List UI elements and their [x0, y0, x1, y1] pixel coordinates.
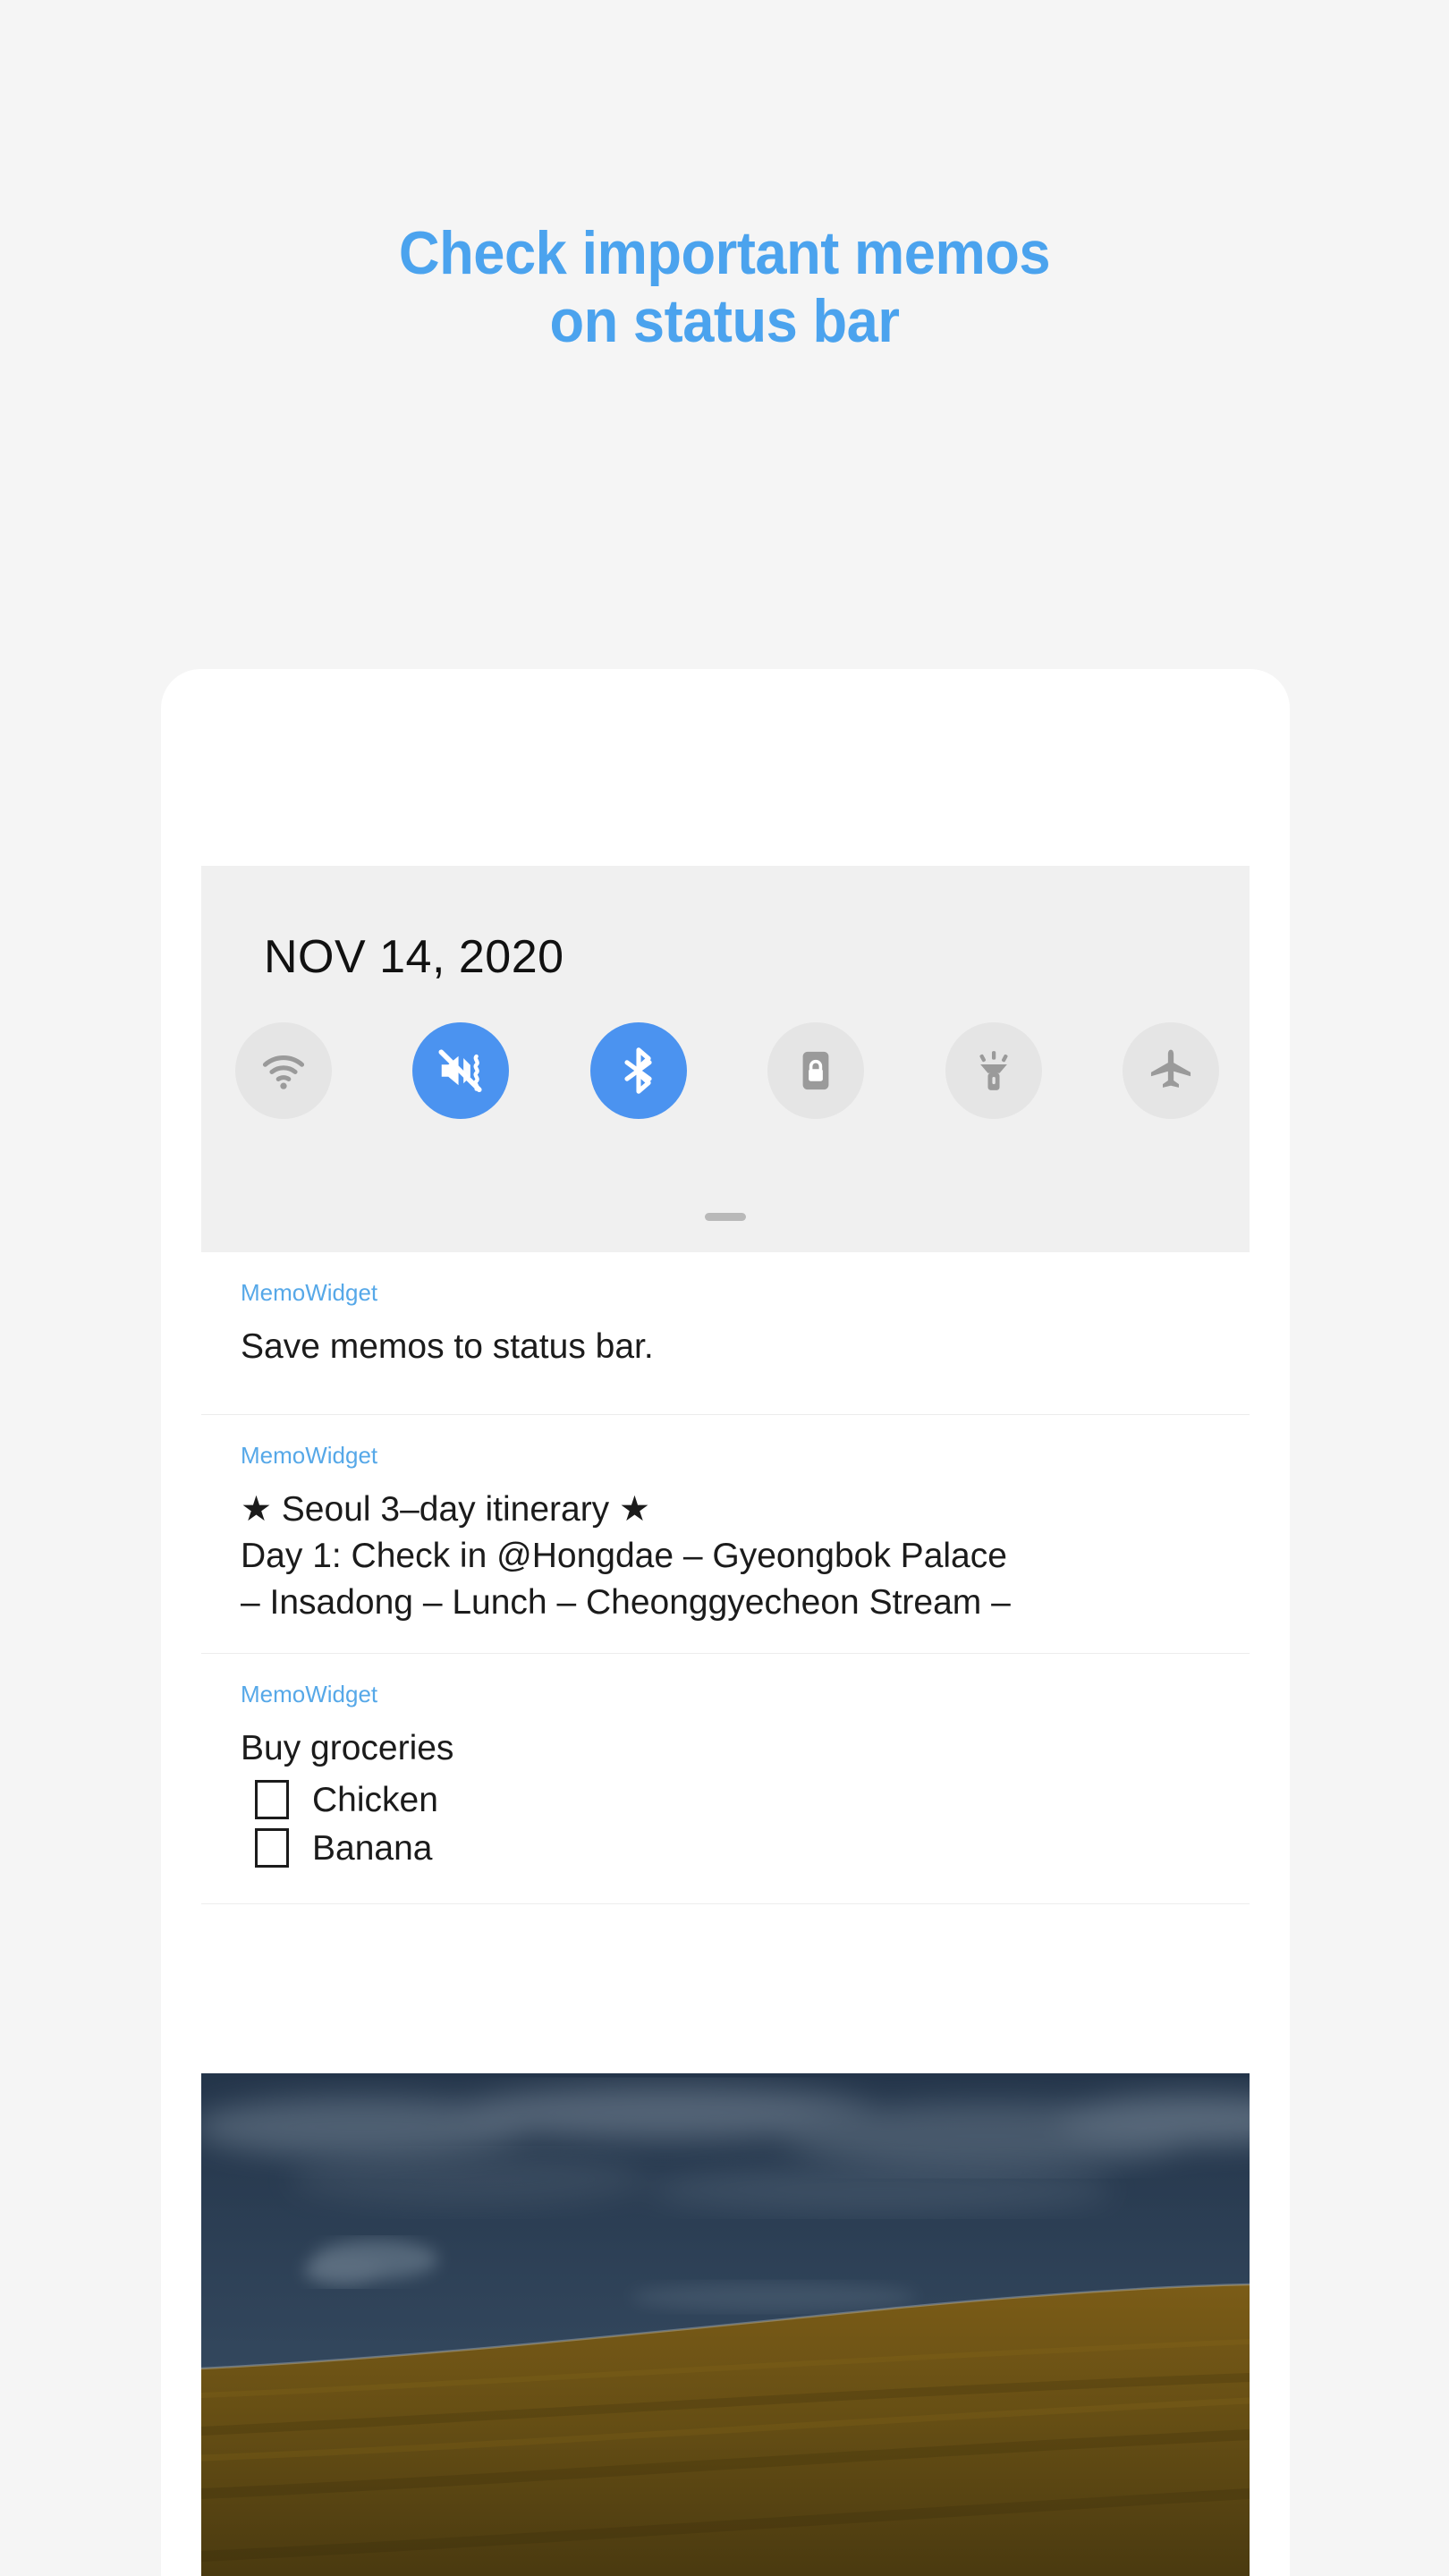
status-date: NOV 14, 2020	[264, 931, 564, 983]
notification-app-name: MemoWidget	[241, 1279, 378, 1306]
checklist-item-label: Chicken	[312, 1780, 438, 1819]
flashlight-icon	[970, 1046, 1018, 1095]
notification-body: ★ Seoul 3–day itinerary ★ Day 1: Check i…	[241, 1490, 1011, 1622]
rotation-lock-icon	[792, 1046, 840, 1095]
checklist-item[interactable]: Chicken	[241, 1780, 1210, 1820]
checklist-item-label: Banana	[312, 1828, 433, 1868]
notification-app-name: MemoWidget	[241, 1680, 378, 1707]
checklist-item[interactable]: Banana	[241, 1828, 1210, 1868]
wallpaper-photo	[201, 2073, 1250, 2576]
toggle-airplane-mode[interactable]	[1122, 1022, 1219, 1119]
toggle-wifi[interactable]	[235, 1022, 332, 1119]
airplane-icon	[1146, 1046, 1196, 1096]
notification-app-name: MemoWidget	[241, 1442, 378, 1469]
page-title-line-2: on status bar	[549, 287, 900, 356]
bluetooth-icon	[613, 1045, 665, 1097]
quick-settings-panel: NOV 14, 2020	[201, 866, 1250, 1252]
notification-item[interactable]: MemoWidget Buy groceries Chicken Banana	[201, 1653, 1250, 1905]
page-title-line-1: Check important memos	[398, 219, 1051, 287]
notification-item[interactable]: MemoWidget Save memos to status bar.	[201, 1252, 1250, 1415]
mute-vibrate-icon	[435, 1045, 487, 1097]
notification-body: Save memos to status bar.	[241, 1327, 654, 1366]
toggle-bluetooth[interactable]	[589, 1022, 687, 1119]
page-title: Check important memos on status bar	[51, 219, 1399, 355]
checkbox-unchecked-icon[interactable]	[255, 1780, 289, 1820]
toggle-flashlight[interactable]	[945, 1022, 1042, 1119]
toggle-auto-rotate-lock[interactable]	[767, 1022, 865, 1119]
quick-settings-toggle-row	[235, 1022, 1219, 1119]
drag-handle[interactable]	[705, 1213, 746, 1221]
phone-frame: NOV 14, 2020 MemoWidget Save memos to st…	[161, 669, 1290, 2576]
wifi-icon	[258, 1045, 309, 1097]
notification-list: MemoWidget Save memos to status bar. Mem…	[201, 1252, 1250, 1905]
notification-title: Buy groceries	[241, 1728, 454, 1767]
app-store-promo-screenshot: Check important memos on status bar NOV …	[0, 0, 1449, 2576]
toggle-sound-vibrate[interactable]	[412, 1022, 510, 1119]
checkbox-unchecked-icon[interactable]	[255, 1828, 289, 1868]
notification-item[interactable]: MemoWidget ★ Seoul 3–day itinerary ★ Day…	[201, 1415, 1250, 1654]
